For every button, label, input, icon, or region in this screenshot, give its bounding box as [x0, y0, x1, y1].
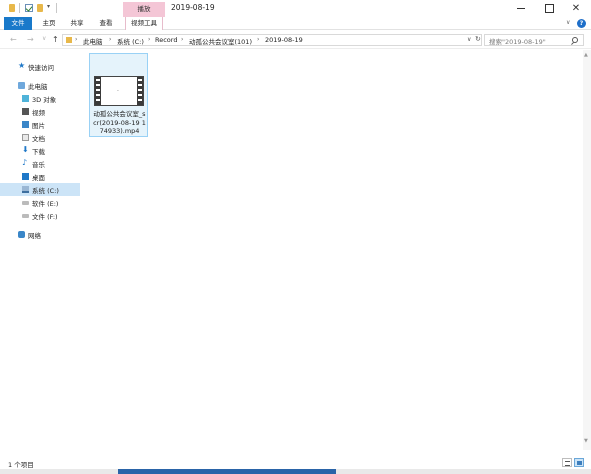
nav-item-label: 桌面: [32, 174, 45, 182]
video-thumbnail: -: [94, 76, 144, 106]
file-item[interactable]: - 动孤公共会议室_scr(2019-08-19 174933).mp4: [89, 53, 148, 137]
nav-item-system-c[interactable]: 系统 (C:): [0, 183, 80, 196]
scroll-down-icon[interactable]: ▼: [584, 438, 588, 444]
nav-item-label: 音乐: [32, 161, 45, 169]
tab-share[interactable]: 共享: [66, 17, 88, 30]
filmstrip-icon: [137, 77, 143, 105]
nav-item-label: 3D 对象: [32, 96, 57, 104]
nav-item-label: 软件 (E:): [32, 200, 59, 208]
drive-icon: [22, 186, 29, 193]
breadcrumb-separator[interactable]: ›: [75, 36, 77, 43]
back-arrow-icon[interactable]: ←: [10, 35, 17, 44]
nav-item-music[interactable]: ♪ 音乐: [0, 157, 80, 170]
nav-item-label: 视频: [32, 109, 45, 117]
address-bar[interactable]: › 此电脑 › 系统 (C:) › Record › 动孤公共会议室(101) …: [62, 34, 482, 46]
close-button[interactable]: ✕: [561, 0, 591, 17]
breadcrumb-separator[interactable]: ›: [257, 36, 259, 43]
nav-item-videos[interactable]: 视频: [0, 105, 80, 118]
nav-item-documents[interactable]: 文档: [0, 131, 80, 144]
nav-item-quick-access[interactable]: ★ 快速访问: [0, 60, 80, 73]
help-icon[interactable]: ?: [577, 19, 586, 28]
up-arrow-icon[interactable]: ↑: [52, 35, 59, 44]
thumbnail-mark: -: [117, 88, 119, 94]
cube-icon: [22, 95, 29, 102]
nav-item-label: 文档: [32, 135, 45, 143]
vertical-scrollbar[interactable]: ▲ ▼: [583, 50, 591, 450]
breadcrumb-record[interactable]: Record: [155, 36, 177, 44]
customize-quick-access-button[interactable]: ▾: [47, 3, 50, 10]
nav-item-label: 此电脑: [28, 83, 48, 91]
quick-access-divider: [56, 3, 57, 13]
tab-video-tools[interactable]: 视频工具: [125, 17, 163, 30]
taskbar-strip: [0, 469, 591, 474]
music-icon: ♪: [22, 158, 28, 167]
nav-item-label: 图片: [32, 122, 45, 130]
tab-home[interactable]: 主页: [38, 17, 60, 30]
breadcrumb-this-pc[interactable]: 此电脑: [83, 36, 103, 46]
breadcrumb-system-c[interactable]: 系统 (C:): [117, 36, 144, 46]
nav-item-label: 系统 (C:): [32, 187, 59, 195]
search-box[interactable]: 搜索"2019-08-19": [484, 34, 584, 46]
new-folder-icon[interactable]: [37, 4, 43, 12]
drive-icon: [22, 214, 29, 218]
title-bar: ▾ 播放 2019-08-19 ✕: [0, 0, 591, 17]
nav-item-label: 网络: [28, 232, 41, 240]
item-count: 1 个项目: [8, 461, 34, 469]
expand-ribbon-icon[interactable]: ∨: [566, 19, 570, 26]
breadcrumb-separator[interactable]: ›: [148, 36, 150, 43]
nav-item-label: 快速访问: [28, 64, 54, 72]
search-placeholder[interactable]: 搜索"2019-08-19": [489, 36, 546, 46]
nav-item-desktop[interactable]: 桌面: [0, 170, 80, 183]
tab-file[interactable]: 文件: [4, 17, 32, 30]
tab-view[interactable]: 查看: [95, 17, 117, 30]
nav-item-this-pc[interactable]: 此电脑: [0, 79, 80, 92]
nav-item-network[interactable]: 网络: [0, 228, 80, 241]
nav-item-downloads[interactable]: ⬇ 下载: [0, 144, 80, 157]
maximize-button[interactable]: [534, 0, 564, 17]
quick-access-divider: [19, 3, 20, 13]
refresh-icon[interactable]: ↻: [475, 35, 481, 43]
file-list[interactable]: - 动孤公共会议室_scr(2019-08-19 174933).mp4: [81, 50, 580, 450]
video-icon: [22, 108, 29, 115]
minimize-button[interactable]: [506, 0, 536, 17]
nav-item-pictures[interactable]: 图片: [0, 118, 80, 131]
star-icon: ★: [18, 61, 26, 70]
nav-item-3d-objects[interactable]: 3D 对象: [0, 92, 80, 105]
large-icons-view-icon[interactable]: [574, 458, 584, 467]
breadcrumb-meeting-room[interactable]: 动孤公共会议室(101): [189, 36, 252, 46]
nav-item-software-e[interactable]: 软件 (E:): [0, 196, 80, 209]
address-history-dropdown[interactable]: ∨: [467, 36, 471, 43]
download-icon: ⬇: [22, 145, 29, 154]
picture-icon: [22, 121, 29, 128]
scroll-up-icon[interactable]: ▲: [584, 52, 588, 58]
file-name[interactable]: 动孤公共会议室_scr(2019-08-19 174933).mp4: [92, 110, 147, 136]
breadcrumb-separator[interactable]: ›: [109, 36, 111, 43]
desktop-icon: [22, 173, 29, 180]
forward-arrow-icon[interactable]: →: [27, 35, 34, 44]
folder-icon: [66, 37, 72, 43]
navigation-pane: ★ 快速访问 此电脑 3D 对象 视频 图片 文档 ⬇ 下载 ♪ 音乐 桌面 系…: [0, 50, 80, 450]
breadcrumb-separator[interactable]: ›: [181, 36, 183, 43]
taskbar-button[interactable]: [118, 469, 336, 474]
computer-icon: [18, 82, 25, 89]
drive-icon: [22, 201, 29, 205]
network-icon: [18, 231, 25, 238]
breadcrumb-date-folder[interactable]: 2019-08-19: [265, 36, 303, 44]
window-title: 2019-08-19: [171, 3, 215, 12]
folder-icon: [9, 4, 15, 12]
nav-item-label: 文件 (F:): [32, 213, 58, 221]
recent-locations-icon[interactable]: ∨: [42, 35, 46, 42]
search-icon[interactable]: [572, 37, 578, 43]
nav-item-files-f[interactable]: 文件 (F:): [0, 209, 80, 222]
context-tab-play[interactable]: 播放: [123, 2, 165, 17]
filmstrip-icon: [95, 77, 101, 105]
document-icon: [22, 134, 29, 141]
navigation-bar: ← → ∨ ↑ › 此电脑 › 系统 (C:) › Record › 动孤公共会…: [0, 31, 591, 49]
status-bar: 1 个项目: [0, 455, 591, 469]
nav-item-label: 下载: [32, 148, 45, 156]
details-view-icon[interactable]: [562, 458, 572, 467]
ribbon-tabs: 文件 主页 共享 查看 视频工具 ∨ ?: [0, 17, 591, 30]
properties-icon[interactable]: [25, 4, 33, 12]
